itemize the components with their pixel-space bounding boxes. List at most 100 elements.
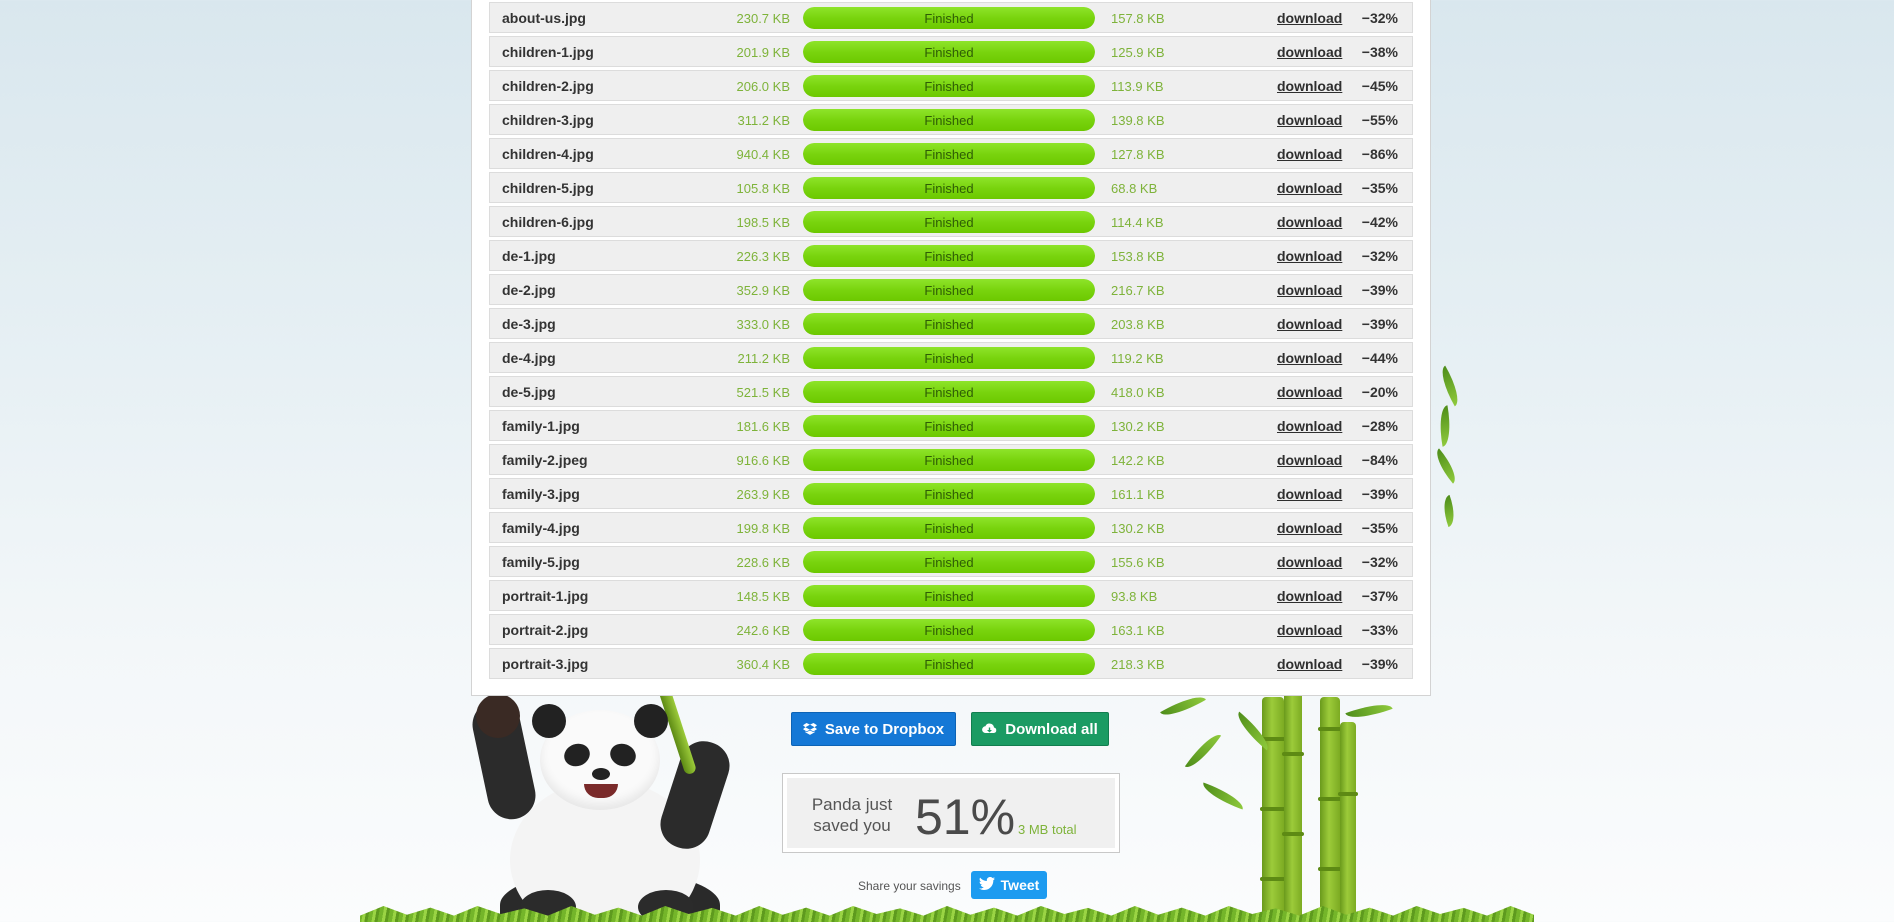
- file-row: de-4.jpg 211.2 KB Finished 119.2 KB down…: [489, 342, 1413, 373]
- file-name: portrait-1.jpg: [502, 588, 589, 604]
- file-row: portrait-1.jpg 148.5 KB Finished 93.8 KB…: [489, 580, 1413, 611]
- file-row: family-5.jpg 228.6 KB Finished 155.6 KB …: [489, 546, 1413, 577]
- download-link[interactable]: download: [1277, 452, 1342, 468]
- savings-percent-badge: −32%: [1361, 248, 1398, 264]
- file-name: family-5.jpg: [502, 554, 580, 570]
- download-link[interactable]: download: [1277, 350, 1342, 366]
- file-name: about-us.jpg: [502, 10, 586, 26]
- file-row: children-1.jpg 201.9 KB Finished 125.9 K…: [489, 36, 1413, 67]
- compressed-size: 119.2 KB: [1111, 351, 1164, 366]
- savings-label-line2: saved you: [813, 816, 891, 835]
- savings-percent-badge: −32%: [1361, 10, 1398, 26]
- original-size: 228.6 KB: [736, 555, 791, 570]
- compressed-size: 163.1 KB: [1111, 623, 1165, 638]
- twitter-bird-icon: [978, 876, 995, 893]
- download-link[interactable]: download: [1277, 588, 1342, 604]
- file-row: de-3.jpg 333.0 KB Finished 203.8 KB down…: [489, 308, 1413, 339]
- file-row: children-2.jpg 206.0 KB Finished 113.9 K…: [489, 70, 1413, 101]
- progress-status: Finished: [924, 317, 974, 332]
- download-link[interactable]: download: [1277, 146, 1342, 162]
- progress-status: Finished: [924, 181, 974, 196]
- download-link[interactable]: download: [1277, 10, 1342, 26]
- download-link[interactable]: download: [1277, 384, 1342, 400]
- download-link[interactable]: download: [1277, 554, 1342, 570]
- progress-status: Finished: [924, 487, 974, 502]
- progress-bar: Finished: [803, 381, 1095, 403]
- savings-percent-badge: −45%: [1361, 78, 1398, 94]
- compressed-size: 203.8 KB: [1111, 317, 1165, 332]
- compressed-size: 418.0 KB: [1111, 385, 1165, 400]
- save-to-dropbox-button[interactable]: Save to Dropbox: [791, 712, 956, 746]
- progress-bar: Finished: [803, 517, 1095, 539]
- file-row: children-6.jpg 198.5 KB Finished 114.4 K…: [489, 206, 1413, 237]
- download-link[interactable]: download: [1277, 486, 1342, 502]
- progress-status: Finished: [924, 215, 974, 230]
- download-link[interactable]: download: [1277, 78, 1342, 94]
- file-name: portrait-2.jpg: [502, 622, 589, 638]
- file-row: de-5.jpg 521.5 KB Finished 418.0 KB down…: [489, 376, 1413, 407]
- compressed-size: 127.8 KB: [1111, 147, 1165, 162]
- original-size: 198.5 KB: [736, 215, 791, 230]
- file-name: family-3.jpg: [502, 486, 580, 502]
- tweet-button[interactable]: Tweet: [971, 871, 1047, 899]
- original-size: 352.9 KB: [736, 283, 791, 298]
- download-all-button[interactable]: Download all: [971, 712, 1109, 746]
- progress-bar: Finished: [803, 347, 1095, 369]
- file-row: family-1.jpg 181.6 KB Finished 130.2 KB …: [489, 410, 1413, 441]
- download-link[interactable]: download: [1277, 214, 1342, 230]
- savings-label: Panda just saved you: [807, 794, 897, 836]
- download-link[interactable]: download: [1277, 44, 1342, 60]
- file-name: family-1.jpg: [502, 418, 580, 434]
- download-all-label: Download all: [1005, 720, 1098, 738]
- savings-summary: Panda just saved you 51% 3 MB total: [782, 773, 1120, 853]
- file-row: children-3.jpg 311.2 KB Finished 139.8 K…: [489, 104, 1413, 135]
- progress-bar: Finished: [803, 449, 1095, 471]
- compressed-size: 114.4 KB: [1111, 215, 1164, 230]
- savings-label-line1: Panda just: [811, 795, 893, 814]
- savings-percent-badge: −39%: [1361, 486, 1398, 502]
- download-link[interactable]: download: [1277, 418, 1342, 434]
- file-name: children-3.jpg: [502, 112, 594, 128]
- original-size: 916.6 KB: [736, 453, 791, 468]
- progress-bar: Finished: [803, 109, 1095, 131]
- file-name: portrait-3.jpg: [502, 656, 589, 672]
- download-link[interactable]: download: [1277, 622, 1342, 638]
- savings-percent-badge: −35%: [1361, 180, 1398, 196]
- download-link[interactable]: download: [1277, 316, 1342, 332]
- original-size: 940.4 KB: [736, 147, 791, 162]
- original-size: 206.0 KB: [736, 79, 791, 94]
- file-row: de-2.jpg 352.9 KB Finished 216.7 KB down…: [489, 274, 1413, 305]
- download-link[interactable]: download: [1277, 180, 1342, 196]
- progress-status: Finished: [924, 657, 974, 672]
- savings-percent: 51%: [915, 789, 1016, 845]
- file-row: children-5.jpg 105.8 KB Finished 68.8 KB…: [489, 172, 1413, 203]
- progress-bar: Finished: [803, 7, 1095, 29]
- savings-percent-badge: −44%: [1361, 350, 1398, 366]
- progress-bar: Finished: [803, 619, 1095, 641]
- download-link[interactable]: download: [1277, 282, 1342, 298]
- compressed-size: 142.2 KB: [1111, 453, 1165, 468]
- file-name: children-6.jpg: [502, 214, 594, 230]
- file-name: de-4.jpg: [502, 350, 556, 366]
- progress-status: Finished: [924, 79, 974, 94]
- progress-bar: Finished: [803, 585, 1095, 607]
- compressed-size: 216.7 KB: [1111, 283, 1165, 298]
- savings-percent-badge: −38%: [1361, 44, 1398, 60]
- download-link[interactable]: download: [1277, 112, 1342, 128]
- progress-status: Finished: [924, 623, 974, 638]
- progress-bar: Finished: [803, 483, 1095, 505]
- original-size: 230.7 KB: [736, 11, 791, 26]
- file-name: children-5.jpg: [502, 180, 594, 196]
- original-size: 333.0 KB: [736, 317, 791, 332]
- progress-bar: Finished: [803, 211, 1095, 233]
- results-panel: about-us.jpg 230.7 KB Finished 157.8 KB …: [471, 0, 1431, 696]
- download-link[interactable]: download: [1277, 656, 1342, 672]
- progress-status: Finished: [924, 351, 974, 366]
- download-link[interactable]: download: [1277, 248, 1342, 264]
- progress-bar: Finished: [803, 551, 1095, 573]
- original-size: 148.5 KB: [736, 589, 791, 604]
- download-link[interactable]: download: [1277, 520, 1342, 536]
- original-size: 211.2 KB: [737, 351, 790, 366]
- savings-percent-badge: −42%: [1361, 214, 1398, 230]
- savings-percent-badge: −84%: [1361, 452, 1398, 468]
